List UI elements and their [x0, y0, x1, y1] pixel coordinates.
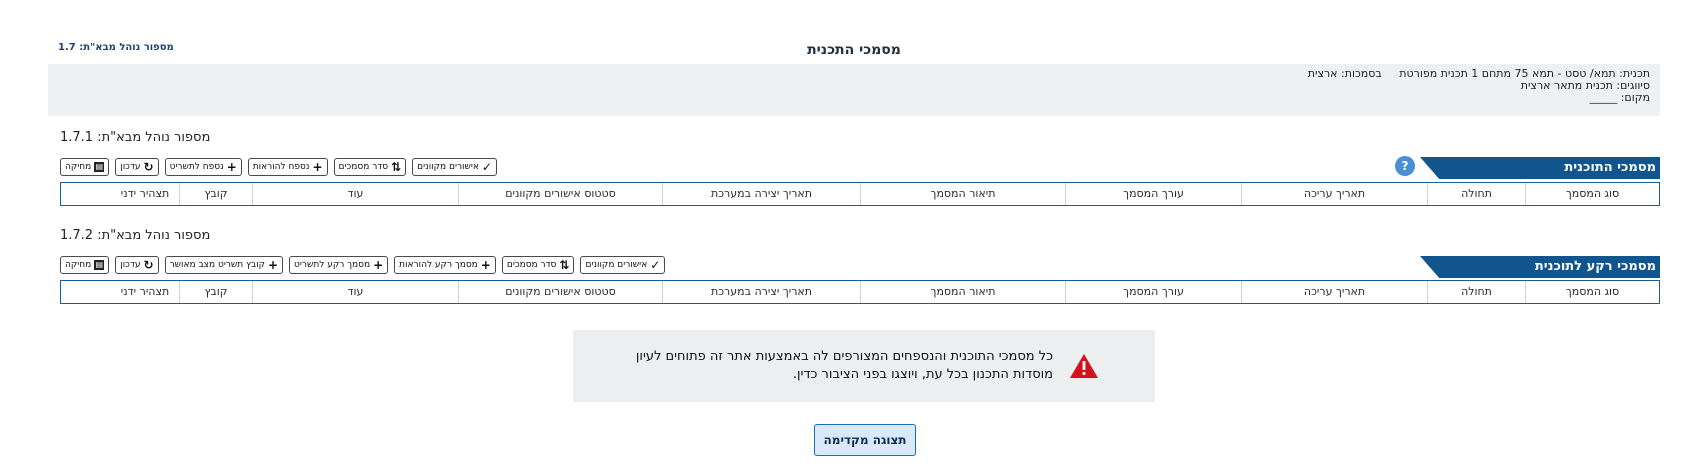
col-editor[interactable]: עורך המסמך — [1065, 183, 1241, 205]
trash-icon: ▤ — [94, 162, 105, 172]
section2-online-approvals-button[interactable]: ✓ אישורים מקוונים — [580, 256, 666, 274]
col-description[interactable]: תיאור המסמך — [860, 183, 1065, 205]
section1-delete-button[interactable]: ▤ מחיקה — [60, 158, 110, 176]
col-more[interactable]: עוד — [252, 183, 458, 205]
section-plan-documents: מספור נוהל מבא"ת: 1.7.1 ▤ מחיקה ↻ עדכון … — [60, 130, 1660, 306]
section2-delete-label: מחיקה — [65, 260, 92, 270]
checkmark-icon: ✓ — [650, 258, 661, 272]
trash-icon: ▤ — [94, 260, 105, 270]
section1-toolbar: ▤ מחיקה ↻ עדכון + נספח לתשריט + נספח להו… — [60, 158, 497, 176]
notice-line-2: מוסדות התכנון בכל עת, ויוצגו בפני הציבור… — [792, 367, 1053, 382]
notice-text: כל מסמכי התוכנית והנספחים המצורפים לה בא… — [636, 348, 1053, 384]
public-access-notice: כל מסמכי התוכנית והנספחים המצורפים לה בא… — [573, 330, 1155, 402]
col-file[interactable]: קובץ — [179, 281, 252, 303]
sort-arrows-icon: ⇅ — [391, 160, 402, 174]
col-doc-type[interactable]: סוג המסמך — [1525, 281, 1659, 303]
section1-appendix-drawing-label: נספח לתשריט — [169, 162, 224, 172]
plan-location: מקום: _____ — [1589, 91, 1650, 104]
col-approval-status[interactable]: סטטוס אישורים מקוונים — [458, 183, 662, 205]
plan-documents-page: מסמכי התכנית מספור נוהל מבא"ת: 1.7 תכנית… — [0, 0, 1708, 466]
plus-icon: + — [480, 258, 491, 272]
col-approval-status[interactable]: סטטוס אישורים מקוונים — [458, 281, 662, 303]
col-manual-declaration[interactable]: תצהיר ידני — [111, 183, 179, 205]
col-edit-date[interactable]: תאריך עריכה — [1241, 183, 1427, 205]
section2-bg-drawing-label: מסמך רקע לתשריט — [294, 260, 371, 270]
section2-update-label: עדכון — [120, 260, 141, 270]
plan-name-row: תכנית: תמא/ טסט - תמא 75 מתחם 1 תכנית מפ… — [58, 68, 1650, 80]
col-creation-date[interactable]: תאריך יצירה במערכת — [662, 281, 860, 303]
section1-delete-label: מחיקה — [65, 162, 92, 172]
warning-icon — [1070, 354, 1098, 378]
col-more[interactable]: עוד — [252, 281, 458, 303]
preview-button[interactable]: תצוגה מקדימה — [814, 424, 916, 456]
col-validity[interactable]: תחולה — [1427, 183, 1525, 205]
section2-approved-state-file-label: קובץ תשריט מצב מאושר — [169, 260, 265, 270]
page-title: מסמכי התכנית — [807, 42, 901, 58]
col-edit-date[interactable]: תאריך עריכה — [1241, 281, 1427, 303]
section2-delete-button[interactable]: ▤ מחיקה — [60, 256, 110, 274]
refresh-icon: ↻ — [143, 160, 154, 174]
section1-order-docs-button[interactable]: ⇅ סדר מסמכים — [333, 158, 407, 176]
section2-order-docs-label: סדר מסמכים — [506, 260, 557, 270]
plus-icon: + — [267, 258, 279, 272]
plan-info-panel: תכנית: תמא/ טסט - תמא 75 מתחם 1 תכנית מפ… — [48, 64, 1660, 116]
section1-appendix-instructions-button[interactable]: + נספח להוראות — [247, 158, 328, 176]
section1-update-label: עדכון — [120, 162, 141, 172]
col-validity[interactable]: תחולה — [1427, 281, 1525, 303]
section1-appendix-drawing-button[interactable]: + נספח לתשריט — [164, 158, 242, 176]
section1-online-approvals-button[interactable]: ✓ אישורים מקוונים — [412, 158, 497, 176]
section2-order-docs-button[interactable]: ⇅ סדר מסמכים — [501, 256, 575, 274]
checkmark-icon: ✓ — [481, 160, 492, 174]
plan-classification: סיווגים: תכנית מתאר ארצית — [1520, 79, 1650, 92]
col-manual-declaration[interactable]: תצהיר ידני — [111, 281, 179, 303]
section2-update-button[interactable]: ↻ עדכון — [115, 256, 159, 274]
sort-arrows-icon: ⇅ — [559, 258, 570, 272]
col-file[interactable]: קובץ — [179, 183, 252, 205]
section2-table-header: סוג המסמך תחולה תאריך עריכה עורך המסמך ת… — [60, 280, 1660, 304]
section2-ribbon-title: מסמכי רקע לתוכנית — [1420, 256, 1660, 278]
section1-table-header: סוג המסמך תחולה תאריך עריכה עורך המסמך ת… — [60, 182, 1660, 206]
plus-icon: + — [226, 160, 237, 174]
refresh-icon: ↻ — [143, 258, 154, 272]
notice-line-1: כל מסמכי התוכנית והנספחים המצורפים לה בא… — [635, 349, 1053, 364]
section2-bg-drawing-button[interactable]: + מסמך רקע לתשריט — [289, 256, 389, 274]
section1-ribbon-title: מסמכי התוכנית — [1420, 157, 1660, 179]
col-editor[interactable]: עורך המסמך — [1065, 281, 1241, 303]
col-description[interactable]: תיאור המסמך — [860, 281, 1065, 303]
section2-online-approvals-label: אישורים מקוונים — [585, 260, 648, 270]
section2-admin-number: מספור נוהל מבא"ת: 1.7.2 — [60, 228, 211, 243]
section1-online-approvals-label: אישורים מקוונים — [417, 162, 479, 172]
header-row: מסמכי התכנית מספור נוהל מבא"ת: 1.7 — [48, 36, 1660, 64]
section2-bg-instructions-label: מסמך רקע להוראות — [399, 260, 478, 270]
admin-number-main: מספור נוהל מבא"ת: 1.7 — [58, 42, 174, 53]
section1-appendix-instructions-label: נספח להוראות — [252, 162, 310, 172]
col-creation-date[interactable]: תאריך יצירה במערכת — [662, 183, 860, 205]
section1-order-docs-label: סדר מסמכים — [338, 162, 389, 172]
plus-icon: + — [373, 258, 384, 272]
section1-admin-number: מספור נוהל מבא"ת: 1.7.1 — [60, 130, 211, 145]
section1-update-button[interactable]: ↻ עדכון — [115, 158, 159, 176]
section2-approved-state-file-button[interactable]: + קובץ תשריט מצב מאושר — [164, 256, 284, 274]
section2-toolbar: ▤ מחיקה ↻ עדכון + קובץ תשריט מצב מאושר +… — [60, 256, 666, 274]
col-doc-type[interactable]: סוג המסמך — [1525, 183, 1659, 205]
help-icon[interactable]: ? — [1395, 156, 1415, 176]
plus-icon: + — [312, 160, 323, 174]
plan-authority: בסמכות: ארצית — [1307, 67, 1382, 80]
section2-bg-instructions-button[interactable]: + מסמך רקע להוראות — [394, 256, 496, 274]
